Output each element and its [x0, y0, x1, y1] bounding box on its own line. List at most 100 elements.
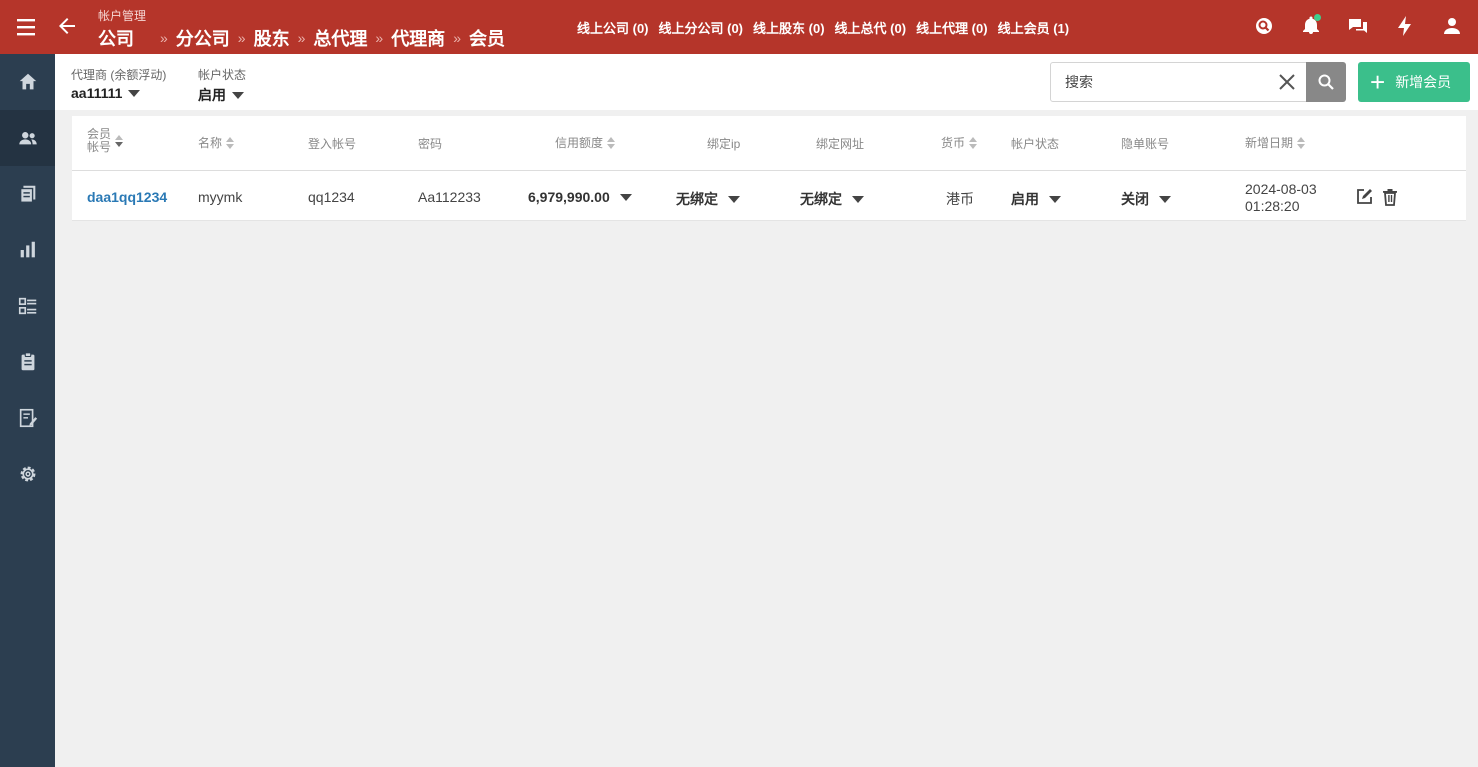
- user-icon[interactable]: [1440, 14, 1464, 38]
- header-password-label: 密码: [418, 137, 443, 151]
- bind-url-value: 无绑定: [800, 191, 842, 207]
- online-agent[interactable]: 线上代理 (0): [916, 18, 988, 37]
- clipboard-icon: [21, 352, 34, 371]
- add-member-label: 新增会员: [1395, 74, 1452, 90]
- created-date-time: 01:28:20: [1245, 198, 1300, 214]
- header-login-label: 登入帐号: [308, 137, 357, 151]
- chat-icon[interactable]: [1346, 14, 1370, 38]
- bell-icon[interactable]: [1299, 14, 1323, 38]
- status-filter-value: 启用: [198, 87, 226, 103]
- credit-dropdown[interactable]: 6,979,990.00: [528, 189, 632, 205]
- header-created-label: 新增日期: [1245, 136, 1294, 150]
- status-dropdown[interactable]: 启用: [1011, 189, 1061, 209]
- breadcrumb-separator: »: [453, 30, 461, 46]
- online-stats: 线上公司 (0) 线上分公司 (0) 线上股东 (0) 线上总代 (0) 线上代…: [577, 18, 1079, 37]
- online-member[interactable]: 线上会员 (1): [998, 18, 1070, 37]
- menu-icon[interactable]: [14, 15, 40, 39]
- bind-ip-value: 无绑定: [676, 191, 718, 207]
- header-login: 登入帐号: [308, 135, 356, 152]
- header-member-account[interactable]: 会员 帐号: [87, 128, 124, 154]
- breadcrumb-agent[interactable]: 代理商: [391, 25, 445, 51]
- breadcrumb-shareholder[interactable]: 股东: [254, 25, 290, 51]
- plus-icon: +: [1370, 67, 1386, 97]
- sort-icon: [607, 136, 616, 149]
- sidebar-item-home[interactable]: [0, 54, 55, 110]
- top-icons: [1229, 14, 1464, 38]
- breadcrumb-separator: »: [375, 30, 384, 46]
- status-filter-label: 帐户状态: [198, 68, 247, 82]
- users-icon: [18, 132, 37, 145]
- chevron-down-icon: [128, 89, 141, 97]
- sidebar-item-list[interactable]: [0, 278, 55, 334]
- chevron-down-icon: [852, 195, 864, 203]
- online-shareholder[interactable]: 线上股东 (0): [753, 18, 825, 37]
- header-created[interactable]: 新增日期: [1245, 134, 1306, 151]
- search-input[interactable]: [1051, 63, 1261, 101]
- search-button[interactable]: [1306, 62, 1346, 102]
- add-member-button[interactable]: + 新增会员: [1358, 62, 1470, 102]
- close-icon[interactable]: [1278, 73, 1296, 91]
- chevron-down-icon: [232, 91, 244, 99]
- sidebar-item-settings[interactable]: [0, 446, 55, 502]
- edit-icon[interactable]: [1354, 187, 1374, 207]
- agent-filter[interactable]: 代理商 (余额浮动) aa11111: [71, 66, 166, 103]
- sidebar-item-members[interactable]: [0, 110, 55, 166]
- breadcrumb-company[interactable]: 公司: [98, 25, 134, 51]
- edit-note-icon: [19, 408, 37, 428]
- member-currency: 港币: [946, 191, 974, 207]
- sidebar-item-clipboard[interactable]: [0, 334, 55, 390]
- header-name[interactable]: 名称: [198, 134, 235, 151]
- hidden-dropdown[interactable]: 关闭: [1121, 189, 1171, 209]
- header-bind-url: 绑定网址: [816, 135, 864, 152]
- header-name-label: 名称: [198, 136, 223, 150]
- breadcrumb: 公司 » 分公司 » 股东 » 总代理 » 代理商 » 会员: [98, 25, 505, 51]
- sidebar-item-notes[interactable]: [0, 390, 55, 446]
- back-arrow-icon[interactable]: [55, 14, 79, 38]
- top-bar: 帐户管理 公司 » 分公司 » 股东 » 总代理 » 代理商 » 会员 线上公司…: [0, 0, 1478, 54]
- sidebar: [0, 54, 55, 767]
- online-company[interactable]: 线上公司 (0): [577, 18, 649, 37]
- member-account-link[interactable]: daa1qq1234: [87, 189, 167, 205]
- sort-icon: [969, 136, 978, 149]
- header-bind-ip-label: 绑定ip: [707, 137, 741, 151]
- gear-icon: [20, 466, 35, 482]
- header-currency-label: 货币: [941, 136, 966, 150]
- header-member-account-line2: 帐号: [87, 140, 112, 154]
- online-general-agent[interactable]: 线上总代 (0): [835, 18, 907, 37]
- header-credit[interactable]: 信用额度: [555, 134, 616, 151]
- bind-url-dropdown[interactable]: 无绑定: [800, 189, 864, 209]
- agent-filter-value: aa11111: [71, 85, 123, 101]
- sort-icon: [115, 135, 124, 147]
- breadcrumb-general-agent[interactable]: 总代理: [313, 25, 367, 51]
- created-date: 2024-08-03 01:28:20: [1245, 181, 1317, 215]
- trash-icon[interactable]: [1380, 187, 1400, 207]
- chevron-down-icon: [1049, 195, 1061, 203]
- filter-bar: 代理商 (余额浮动) aa11111 帐户状态 启用 + 新增会员: [55, 54, 1478, 110]
- sidebar-item-reports[interactable]: [0, 166, 55, 222]
- sort-icon: [226, 136, 235, 149]
- breadcrumb-branch[interactable]: 分公司: [176, 25, 230, 51]
- member-password: Aa112233: [418, 189, 481, 205]
- bind-ip-dropdown[interactable]: 无绑定: [676, 189, 740, 209]
- chevron-down-icon: [619, 193, 632, 201]
- online-branch[interactable]: 线上分公司 (0): [659, 18, 744, 37]
- member-login: qq1234: [308, 189, 355, 205]
- breadcrumb-separator: »: [237, 30, 246, 46]
- bolt-icon[interactable]: [1393, 14, 1417, 38]
- created-date-day: 2024-08-03: [1245, 181, 1317, 197]
- list-icon: [18, 297, 36, 315]
- breadcrumb-separator: »: [160, 30, 168, 46]
- sidebar-item-statistics[interactable]: [0, 222, 55, 278]
- search-icon[interactable]: [1252, 14, 1276, 38]
- search-box: [1050, 62, 1307, 102]
- chevron-down-icon: [1159, 195, 1171, 203]
- header-credit-label: 信用额度: [555, 136, 604, 150]
- status-filter[interactable]: 帐户状态 启用: [198, 66, 246, 105]
- home-icon: [19, 73, 36, 90]
- agent-filter-label: 代理商 (余额浮动): [71, 68, 167, 82]
- header-hidden-label: 隐单账号: [1121, 137, 1170, 151]
- header-status: 帐户状态: [1011, 135, 1059, 152]
- breadcrumb-member[interactable]: 会员: [469, 25, 505, 51]
- table-row: daa1qq1234 myymk qq1234 Aa112233 6,979,9…: [72, 172, 1466, 221]
- header-currency[interactable]: 货币: [941, 134, 978, 151]
